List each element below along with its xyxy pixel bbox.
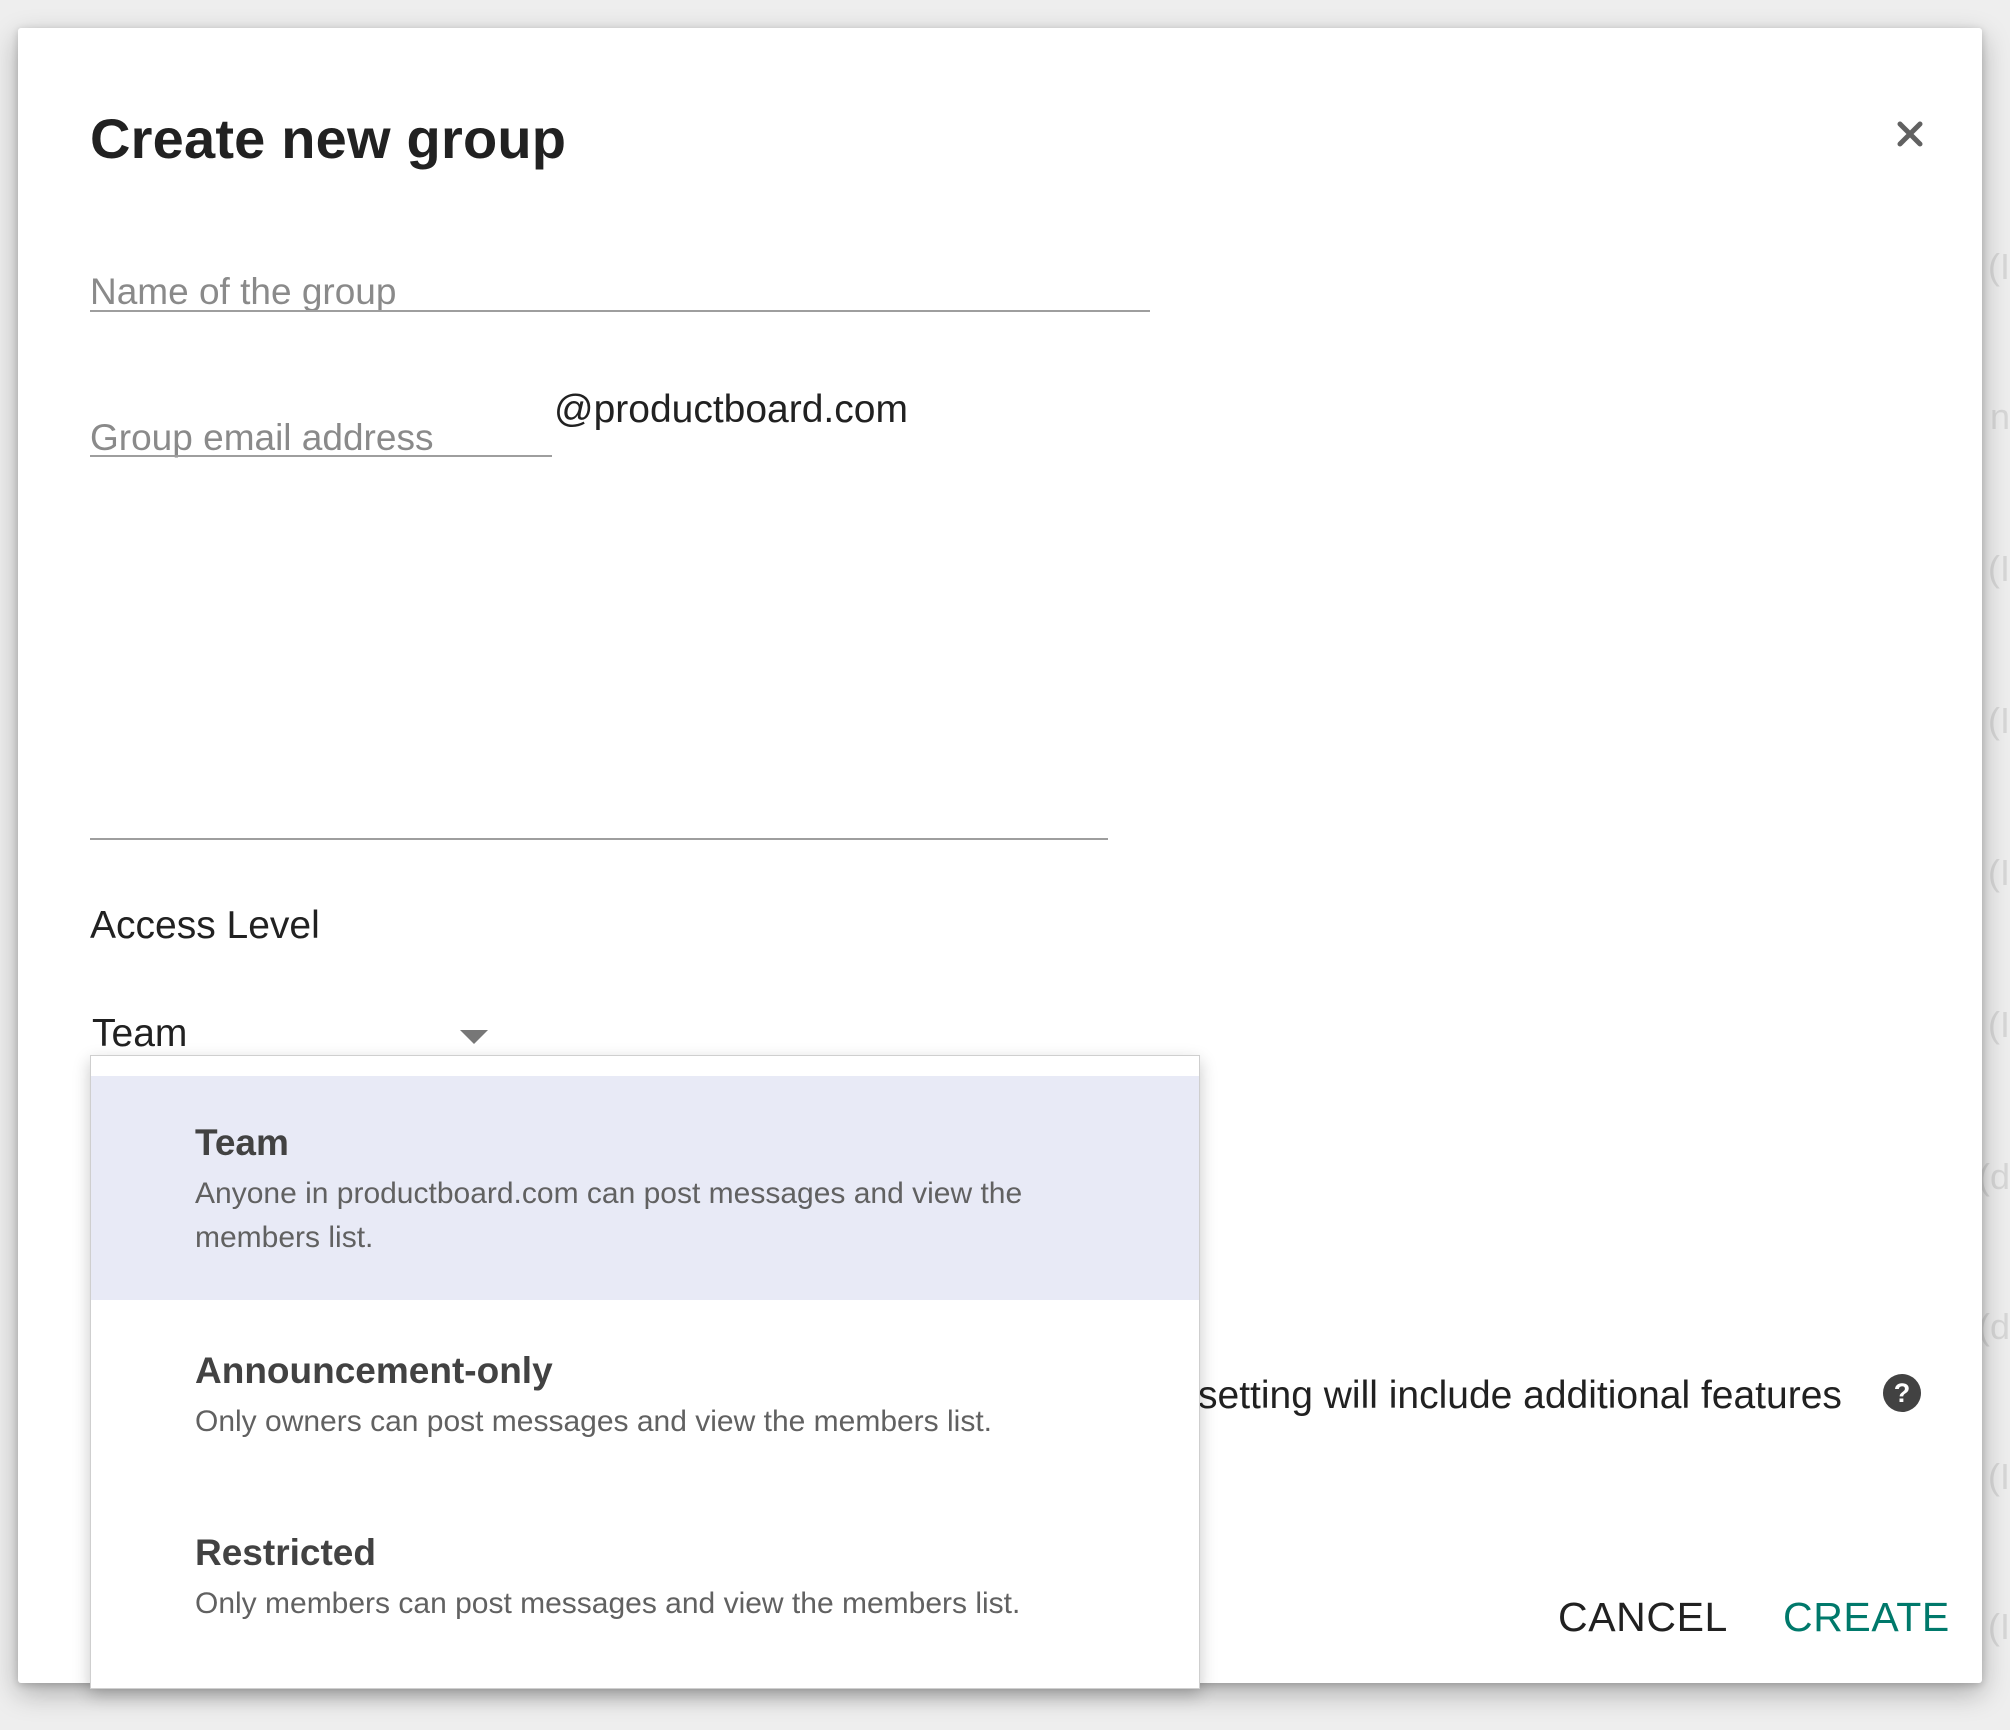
dialog-title: Create new group	[90, 107, 567, 170]
help-circle-icon[interactable]: ?	[1882, 1373, 1922, 1413]
access-option-announcement-only[interactable]: Announcement-only Only owners can post m…	[91, 1300, 1199, 1484]
background-fragment: (I	[1988, 852, 2010, 893]
background-fragment: (I	[1988, 548, 2010, 589]
email-domain-suffix: @productboard.com	[554, 388, 908, 431]
background-fragment: (d	[1977, 1306, 2010, 1347]
background-fragment: (I	[1988, 1606, 2010, 1647]
background-fragment: n	[1989, 396, 2010, 437]
cancel-button[interactable]: CANCEL	[1558, 1594, 1728, 1641]
background-fragment: (I	[1988, 700, 2010, 741]
option-title: Announcement-only	[195, 1350, 553, 1391]
access-option-team[interactable]: Team Anyone in productboard.com can post…	[91, 1076, 1199, 1300]
group-description-textarea[interactable]	[90, 498, 1108, 798]
svg-text:?: ?	[1894, 1378, 1911, 1408]
dropdown-caret-icon[interactable]	[460, 1030, 488, 1044]
background-fragment: (I	[1988, 246, 2010, 287]
option-description: Only members can post messages and view …	[195, 1587, 1021, 1620]
option-description: Only owners can post messages and view t…	[195, 1405, 993, 1438]
access-option-restricted[interactable]: Restricted Only members can post message…	[91, 1484, 1199, 1668]
close-button[interactable]	[1880, 104, 1940, 164]
close-icon	[1897, 121, 1923, 147]
background-fragment: (I	[1988, 1456, 2010, 1497]
access-level-dropdown-menu: Team Anyone in productboard.com can post…	[90, 1055, 1200, 1689]
option-description: Anyone in productboard.com can post mess…	[195, 1177, 1023, 1254]
group-name-input[interactable]	[90, 262, 1150, 322]
access-level-label: Access Level	[90, 904, 320, 947]
group-description-underline	[90, 838, 1108, 840]
group-email-input[interactable]	[90, 408, 552, 468]
background-fragment: (d	[1977, 1156, 2010, 1197]
group-email-underline	[90, 455, 552, 457]
option-title: Restricted	[195, 1532, 376, 1573]
option-title: Team	[195, 1122, 289, 1163]
access-level-selected-value: Team	[92, 1012, 188, 1055]
create-button[interactable]: CREATE	[1783, 1594, 1950, 1641]
group-name-underline	[90, 310, 1150, 312]
additional-features-note: setting will include additional features	[1198, 1374, 1842, 1417]
background-fragment: (I	[1988, 1004, 2010, 1045]
